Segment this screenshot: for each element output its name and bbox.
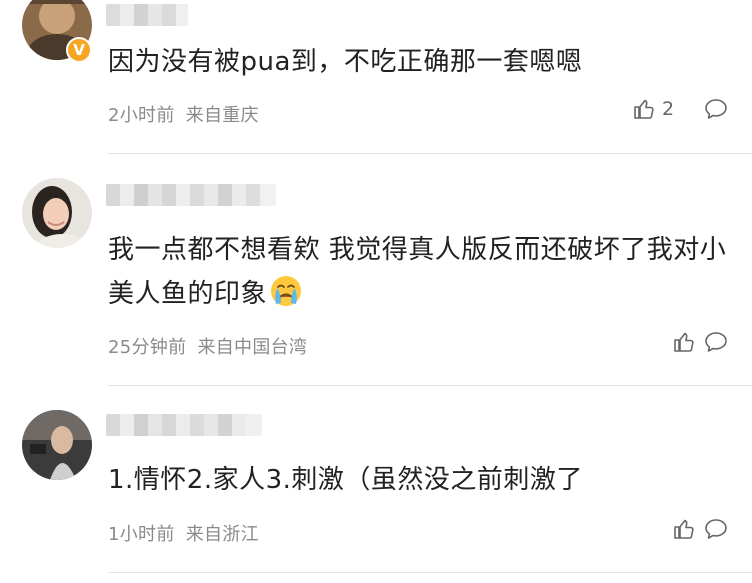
- comment-location: 来自浙江: [185, 524, 259, 545]
- comment-text: 我一点都不想看欸 我觉得真人版反而还破坏了我对小美人鱼的印象: [108, 228, 728, 316]
- comment-location: 来自重庆: [185, 105, 259, 126]
- comment-time: 1小时前: [108, 524, 175, 545]
- comment-actions: [632, 330, 752, 360]
- thumbs-up-icon: [674, 519, 694, 539]
- speech-bubble-icon: [705, 99, 727, 119]
- avatar[interactable]: [22, 410, 92, 480]
- comment-item: 1.情怀2.家人3.刺激（虽然没之前刺激了 1小时前 来自浙江: [0, 386, 752, 583]
- avatar[interactable]: [22, 178, 92, 248]
- crying-face-icon: [271, 276, 302, 306]
- comment-feed: V 因为没有被pua到，不吃正确那一套嗯嗯 2小时前 来自重庆 2 我一点都不想…: [0, 0, 752, 583]
- like-count: 2: [662, 98, 675, 120]
- reply-button[interactable]: [703, 97, 729, 125]
- comment-actions: [632, 517, 752, 547]
- comment-meta: 2小时前 来自重庆: [108, 101, 259, 127]
- comment-text: 因为没有被pua到，不吃正确那一套嗯嗯: [108, 47, 583, 77]
- reply-button[interactable]: [703, 517, 729, 545]
- speech-bubble-icon: [705, 332, 727, 352]
- comment-meta: 1小时前 来自浙江: [108, 520, 259, 546]
- comment-time: 25分钟前: [108, 337, 187, 358]
- speech-bubble-icon: [705, 519, 727, 539]
- username-blurred[interactable]: [106, 184, 276, 206]
- comment-text: 1.情怀2.家人3.刺激（虽然没之前刺激了: [108, 465, 583, 495]
- comment-meta: 25分钟前 来自中国台湾: [108, 333, 307, 359]
- comment-text-content: 我一点都不想看欸 我觉得真人版反而还破坏了我对小美人鱼的印象: [108, 235, 727, 309]
- like-button[interactable]: [672, 517, 702, 541]
- comment-location: 来自中国台湾: [197, 337, 308, 358]
- comment-item: V 因为没有被pua到，不吃正确那一套嗯嗯 2小时前 来自重庆 2: [0, 0, 752, 154]
- reply-button[interactable]: [703, 330, 729, 358]
- username-blurred[interactable]: [106, 414, 262, 436]
- thumbs-up-icon: [674, 332, 694, 352]
- comment-actions: 2: [632, 97, 752, 127]
- thumbs-up-icon: [634, 99, 654, 119]
- like-button[interactable]: [672, 330, 702, 354]
- comment-time: 2小时前: [108, 105, 175, 126]
- username-blurred[interactable]: [106, 4, 188, 26]
- divider: [108, 572, 752, 573]
- comment-item: 我一点都不想看欸 我觉得真人版反而还破坏了我对小美人鱼的印象 25分钟前 来自中…: [0, 154, 752, 386]
- like-button[interactable]: 2: [632, 97, 674, 121]
- verified-badge-icon: V: [66, 37, 92, 63]
